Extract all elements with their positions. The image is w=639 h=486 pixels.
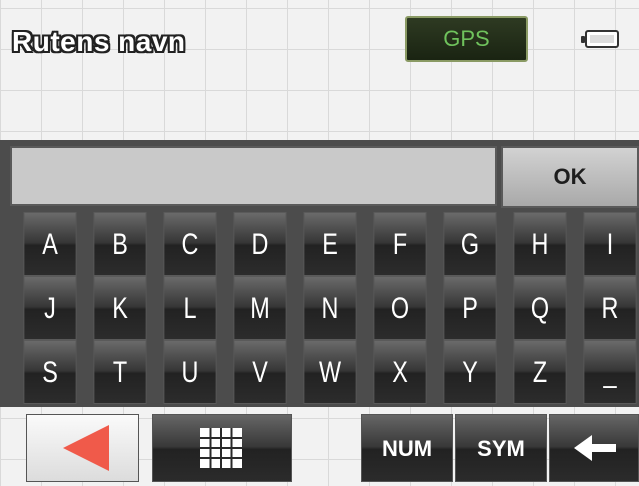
key-l[interactable]: L — [163, 276, 217, 340]
grid-icon — [200, 428, 242, 468]
back-button[interactable] — [26, 414, 139, 482]
num-button[interactable]: NUM — [361, 414, 453, 482]
key-s[interactable]: S — [23, 340, 77, 404]
key-u[interactable]: U — [163, 340, 217, 404]
key-x[interactable]: X — [373, 340, 427, 404]
key-g[interactable]: G — [443, 212, 497, 276]
key-q[interactable]: Q — [513, 276, 567, 340]
key-z[interactable]: Z — [513, 340, 567, 404]
backspace-icon — [574, 435, 616, 461]
key-e[interactable]: E — [303, 212, 357, 276]
key-p[interactable]: P — [443, 276, 497, 340]
key-k[interactable]: K — [93, 276, 147, 340]
key-f[interactable]: F — [373, 212, 427, 276]
key-t[interactable]: T — [93, 340, 147, 404]
key-i[interactable]: I — [583, 212, 637, 276]
key-a[interactable]: A — [23, 212, 77, 276]
key-w[interactable]: W — [303, 340, 357, 404]
sym-button[interactable]: SYM — [455, 414, 547, 482]
key-underscore[interactable]: _ — [583, 340, 637, 404]
key-o[interactable]: O — [373, 276, 427, 340]
gps-button[interactable]: GPS — [405, 16, 528, 62]
key-j[interactable]: J — [23, 276, 77, 340]
key-r[interactable]: R — [583, 276, 637, 340]
key-m[interactable]: M — [233, 276, 287, 340]
page-title: Rutens navn — [12, 26, 186, 57]
back-arrow-icon — [63, 425, 109, 471]
key-v[interactable]: V — [233, 340, 287, 404]
key-y[interactable]: Y — [443, 340, 497, 404]
backspace-button[interactable] — [549, 414, 639, 482]
route-name-input[interactable] — [10, 146, 497, 206]
key-h[interactable]: H — [513, 212, 567, 276]
key-c[interactable]: C — [163, 212, 217, 276]
key-d[interactable]: D — [233, 212, 287, 276]
ok-button[interactable]: OK — [501, 146, 639, 208]
battery-icon — [581, 30, 619, 48]
key-b[interactable]: B — [93, 212, 147, 276]
keyboard-layout-button[interactable] — [152, 414, 292, 482]
key-n[interactable]: N — [303, 276, 357, 340]
